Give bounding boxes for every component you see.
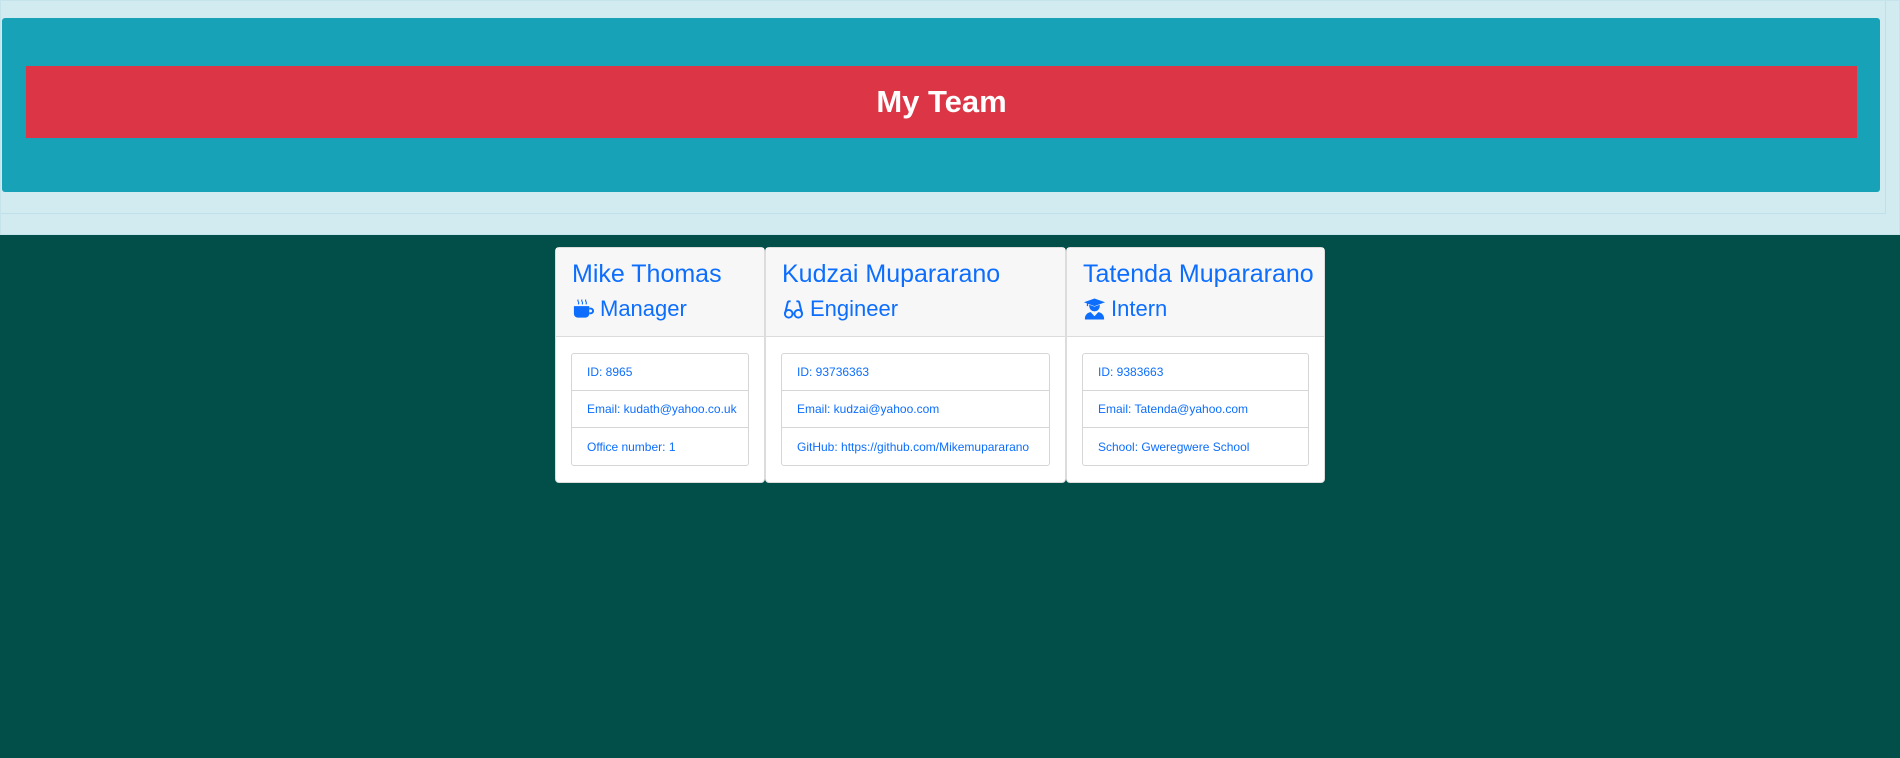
user-graduate-icon xyxy=(1083,298,1106,320)
employee-id: ID: 93736363 xyxy=(782,354,1049,391)
employee-id: ID: 8965 xyxy=(572,354,748,391)
employee-id: ID: 9383663 xyxy=(1083,354,1308,391)
team-cards: Mike Thomas Manager ID: 8965 Email: kuda… xyxy=(555,247,1325,483)
card-body: ID: 93736363 Email: kudzai@yahoo.com Git… xyxy=(766,337,1065,482)
divider xyxy=(1,213,1885,214)
card-header: Kudzai Mupararano Engineer xyxy=(766,248,1065,337)
title-banner: My Team xyxy=(26,66,1857,138)
header-container: My Team xyxy=(0,0,1900,235)
employee-email[interactable]: Email: kudzai@yahoo.com xyxy=(782,391,1049,428)
employee-email[interactable]: Email: kudath@yahoo.co.uk xyxy=(572,391,748,428)
employee-role: Engineer xyxy=(782,295,1049,323)
role-label: Engineer xyxy=(810,296,899,321)
detail-list: ID: 93736363 Email: kudzai@yahoo.com Git… xyxy=(781,353,1050,466)
role-label: Intern xyxy=(1111,296,1168,321)
employee-card-engineer: Kudzai Mupararano Engineer ID: 93736363 … xyxy=(765,247,1066,483)
card-body: ID: 9383663 Email: Tatenda@yahoo.com Sch… xyxy=(1067,337,1324,482)
employee-role: Manager xyxy=(572,295,748,323)
role-label: Manager xyxy=(600,296,687,321)
employee-office-number: Office number: 1 xyxy=(587,439,676,454)
employee-name: Tatenda Mupararano xyxy=(1083,260,1314,288)
coffee-icon xyxy=(573,299,595,318)
card-header: Mike Thomas Manager xyxy=(556,248,764,337)
card-header: Tatenda Mupararano Intern xyxy=(1067,248,1324,337)
employee-card-manager: Mike Thomas Manager ID: 8965 Email: kuda… xyxy=(555,247,765,483)
detail-list: ID: 9383663 Email: Tatenda@yahoo.com Sch… xyxy=(1082,353,1309,466)
page-title: My Team xyxy=(876,84,1007,119)
employee-card-intern: Tatenda Mupararano Intern ID: 9383663 Em… xyxy=(1066,247,1325,483)
divider xyxy=(1885,1,1886,214)
employee-role: Intern xyxy=(1083,295,1308,323)
jumbotron: My Team xyxy=(2,18,1880,192)
employee-email[interactable]: Email: Tatenda@yahoo.com xyxy=(1083,391,1308,428)
employee-name: Mike Thomas xyxy=(572,260,722,288)
card-body: ID: 8965 Email: kudath@yahoo.co.uk Offic… xyxy=(556,337,764,482)
glasses-icon xyxy=(783,300,804,319)
employee-github[interactable]: GitHub: https://github.com/Mikemupararan… xyxy=(782,428,1049,465)
employee-school: School: Gweregwere School xyxy=(1098,439,1250,454)
detail-list: ID: 8965 Email: kudath@yahoo.co.uk Offic… xyxy=(571,353,749,466)
employee-name: Kudzai Mupararano xyxy=(782,260,1001,288)
